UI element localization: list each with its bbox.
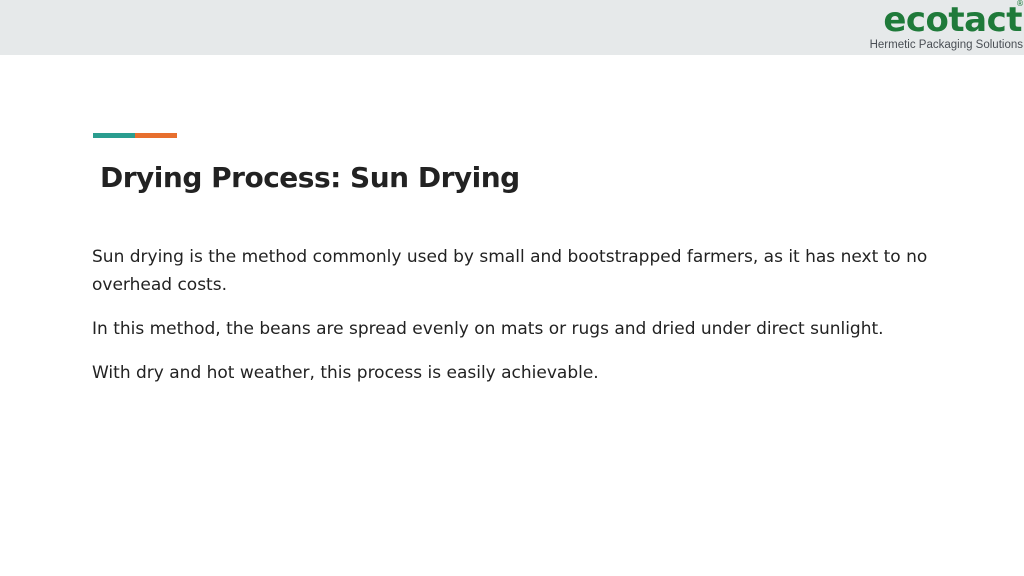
body-paragraph: With dry and hot weather, this process i… xyxy=(92,363,599,383)
title-accent-bar xyxy=(93,133,177,138)
registered-mark: ® xyxy=(1016,0,1024,8)
slide-title: Drying Process: Sun Drying xyxy=(100,161,520,194)
body-paragraph: In this method, the beans are spread eve… xyxy=(92,319,884,339)
ecotact-logo: ecotact ® Hermetic Packaging Solutions xyxy=(844,0,1024,55)
accent-teal-segment xyxy=(93,133,135,138)
slide-body: Sun drying is the method commonly used b… xyxy=(92,243,932,403)
body-paragraph: Sun drying is the method commonly used b… xyxy=(92,247,928,295)
accent-orange-segment xyxy=(135,133,177,138)
logo-tagline: Hermetic Packaging Solutions xyxy=(869,39,1023,51)
slide: ecotact ® Hermetic Packaging Solutions D… xyxy=(0,0,1024,576)
logo-wordmark: ecotact xyxy=(883,0,1022,40)
header-band: ecotact ® Hermetic Packaging Solutions xyxy=(0,0,1024,55)
